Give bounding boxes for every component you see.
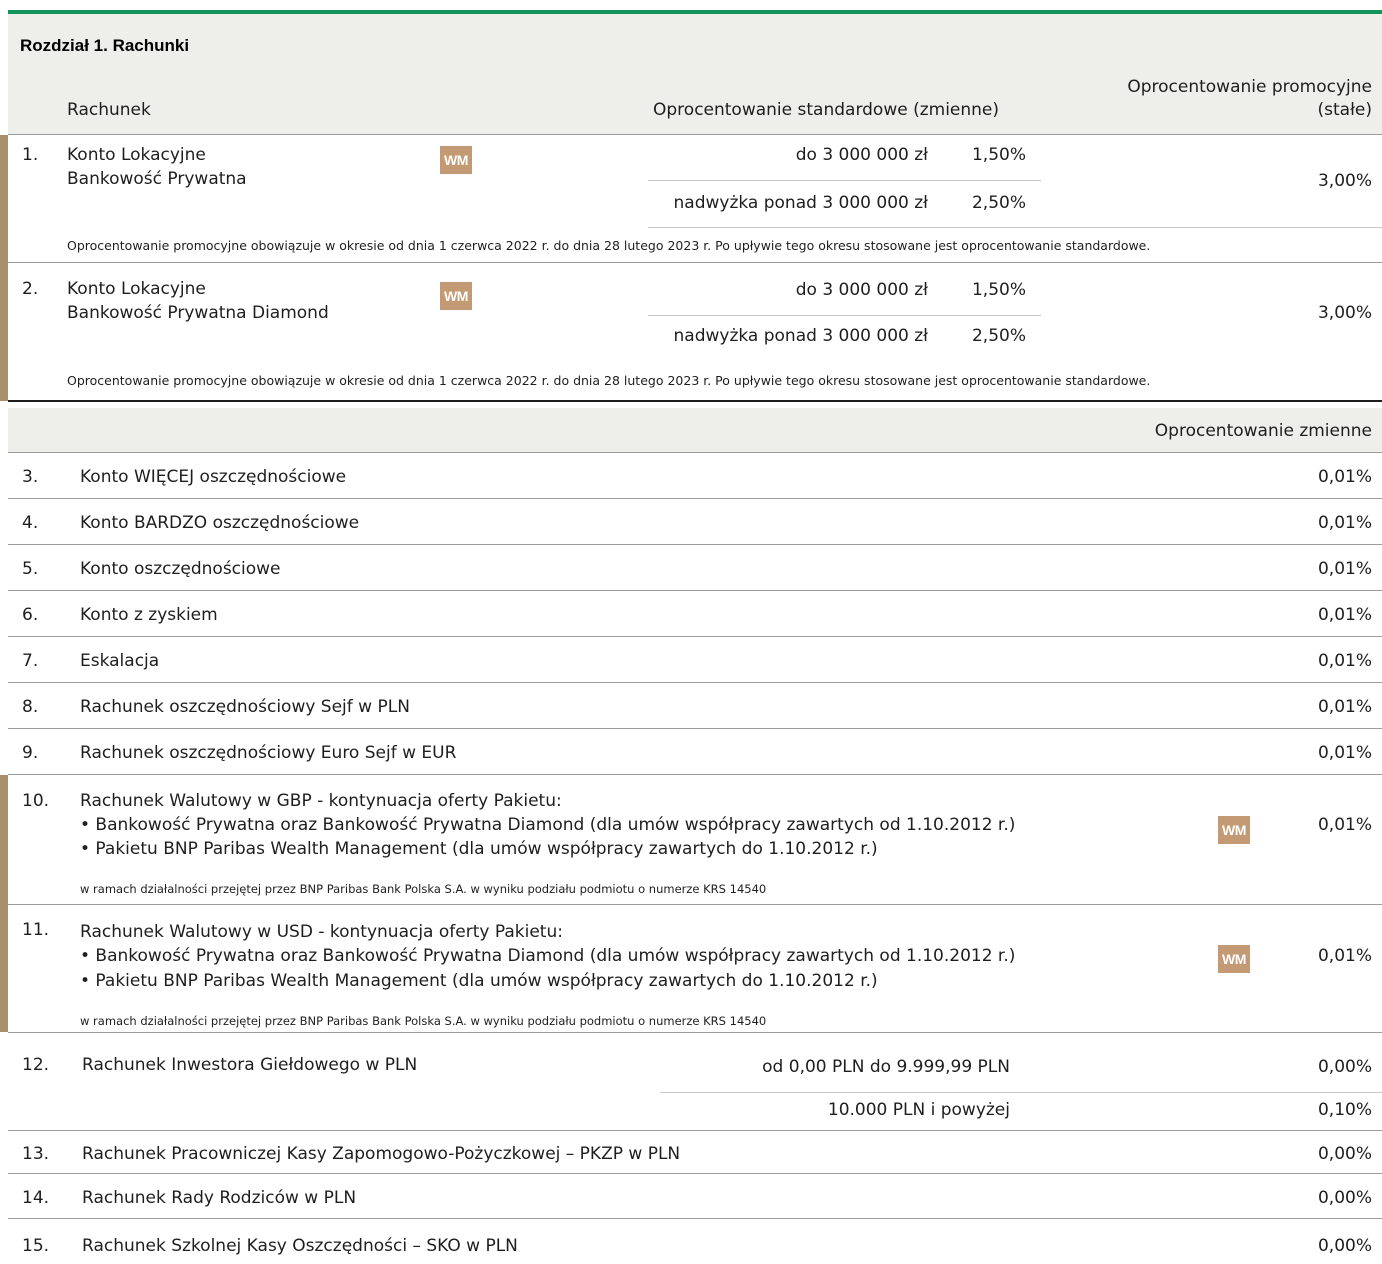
tier-label: od 0,00 PLN do 9.999,99 PLN bbox=[762, 1057, 1010, 1077]
rate-value: 0,01% bbox=[1317, 513, 1372, 533]
rate-value: 0,01% bbox=[1317, 467, 1372, 487]
rate-value: 0,00% bbox=[1317, 1236, 1372, 1256]
divider bbox=[8, 728, 1382, 729]
account-bullet: • Pakietu BNP Paribas Wealth Management … bbox=[80, 971, 878, 991]
account-name: Konto oszczędnościowe bbox=[80, 559, 281, 579]
rate-value: 0,01% bbox=[1317, 651, 1372, 671]
row-number: 8. bbox=[22, 697, 39, 717]
row-number: 3. bbox=[22, 467, 39, 487]
wm-badge-icon: WM bbox=[440, 282, 472, 310]
tier-rate: 2,50% bbox=[971, 193, 1026, 213]
divider bbox=[8, 498, 1382, 499]
divider bbox=[8, 452, 1382, 453]
row-number: 10. bbox=[22, 791, 50, 811]
row-number: 14. bbox=[22, 1188, 50, 1208]
wm-badge-icon: WM bbox=[440, 146, 472, 174]
divider bbox=[8, 774, 1382, 775]
header-promo-rate-line2: (stałe) bbox=[1317, 100, 1373, 120]
tier-rate: 2,50% bbox=[971, 326, 1026, 346]
row-number: 1. bbox=[22, 145, 39, 165]
header-promo-rate-line1: Oprocentowanie promocyjne bbox=[1127, 77, 1372, 97]
divider bbox=[8, 1130, 1382, 1131]
account-name: Konto z zyskiem bbox=[80, 605, 218, 625]
tier-divider bbox=[648, 315, 1041, 316]
account-title: Rachunek Walutowy w USD - kontynuacja of… bbox=[80, 922, 563, 942]
rate-value: 0,01% bbox=[1317, 559, 1372, 579]
divider bbox=[648, 227, 1382, 228]
row-number: 15. bbox=[22, 1236, 50, 1256]
tier-divider bbox=[648, 180, 1041, 181]
row-number: 4. bbox=[22, 513, 39, 533]
account-name: Eskalacja bbox=[80, 651, 160, 671]
divider bbox=[8, 544, 1382, 545]
account-name: Konto Lokacyjne bbox=[67, 279, 206, 299]
account-name: Rachunek Inwestora Giełdowego w PLN bbox=[82, 1055, 418, 1075]
promo-note: Oprocentowanie promocyjne obowiązuje w o… bbox=[67, 238, 1151, 253]
row-number: 2. bbox=[22, 279, 39, 299]
row-number: 13. bbox=[22, 1144, 50, 1164]
account-bullet: • Bankowość Prywatna oraz Bankowość Pryw… bbox=[80, 946, 1016, 966]
divider bbox=[8, 134, 1382, 135]
tier-rate: 0,00% bbox=[1317, 1057, 1372, 1077]
promo-rate: 3,00% bbox=[1317, 171, 1372, 191]
divider bbox=[8, 636, 1382, 637]
promo-rate: 3,00% bbox=[1317, 303, 1372, 323]
rate-value: 0,01% bbox=[1317, 605, 1372, 625]
rate-value: 0,00% bbox=[1317, 1144, 1372, 1164]
account-name: Bankowość Prywatna bbox=[67, 169, 247, 189]
divider bbox=[8, 590, 1382, 591]
rate-value: 0,00% bbox=[1317, 1188, 1372, 1208]
row-number: 5. bbox=[22, 559, 39, 579]
account-name: Rachunek oszczędnościowy Euro Sejf w EUR bbox=[80, 743, 457, 763]
row-number: 9. bbox=[22, 743, 39, 763]
account-name: Rachunek Rady Rodziców w PLN bbox=[82, 1188, 357, 1208]
divider bbox=[8, 1218, 1382, 1219]
tier-label: nadwyżka ponad 3 000 000 zł bbox=[673, 326, 929, 346]
header-standard-rate: Oprocentowanie standardowe (zmienne) bbox=[653, 100, 1000, 120]
promo-note: Oprocentowanie promocyjne obowiązuje w o… bbox=[67, 373, 1151, 388]
tier-label: 10.000 PLN i powyżej bbox=[827, 1100, 1010, 1120]
account-bullet: • Bankowość Prywatna oraz Bankowość Pryw… bbox=[80, 815, 1016, 835]
divider bbox=[8, 904, 1382, 905]
section-header-bar bbox=[8, 14, 1382, 70]
account-name: Konto Lokacyjne bbox=[67, 145, 206, 165]
tier-label: do 3 000 000 zł bbox=[795, 145, 928, 165]
account-title: Rachunek Walutowy w GBP - kontynuacja of… bbox=[80, 791, 562, 811]
divider bbox=[8, 262, 1382, 263]
account-name: Konto WIĘCEJ oszczędnościowe bbox=[80, 467, 347, 487]
account-note: w ramach działalności przejętej przez BN… bbox=[80, 882, 767, 896]
wm-accent-bar bbox=[0, 135, 8, 401]
rate-value: 0,01% bbox=[1317, 743, 1372, 763]
tier-divider bbox=[660, 1092, 1382, 1093]
header-account: Rachunek bbox=[67, 100, 151, 120]
rate-value: 0,01% bbox=[1317, 697, 1372, 717]
account-note: w ramach działalności przejętej przez BN… bbox=[80, 1014, 767, 1028]
variable-rate-header-label: Oprocentowanie zmienne bbox=[1154, 421, 1372, 441]
rate-value: 0,01% bbox=[1317, 946, 1372, 966]
wm-badge-icon: WM bbox=[1218, 816, 1250, 844]
account-bullet: • Pakietu BNP Paribas Wealth Management … bbox=[80, 839, 878, 859]
divider bbox=[8, 1173, 1382, 1174]
account-name: Bankowość Prywatna Diamond bbox=[67, 303, 329, 323]
wm-accent-bar bbox=[0, 775, 8, 1032]
tier-rate: 0,10% bbox=[1317, 1100, 1372, 1120]
row-number: 12. bbox=[22, 1055, 50, 1075]
account-name: Konto BARDZO oszczędnościowe bbox=[80, 513, 360, 533]
account-name: Rachunek oszczędnościowy Sejf w PLN bbox=[80, 697, 410, 717]
tier-rate: 1,50% bbox=[971, 280, 1026, 300]
account-name: Rachunek Pracowniczej Kasy Zapomogowo-Po… bbox=[82, 1144, 681, 1164]
tier-rate: 1,50% bbox=[971, 145, 1026, 165]
divider bbox=[8, 1032, 1382, 1033]
divider bbox=[8, 682, 1382, 683]
row-number: 7. bbox=[22, 651, 39, 671]
tier-label: do 3 000 000 zł bbox=[795, 280, 928, 300]
row-number: 11. bbox=[22, 920, 50, 940]
row-number: 6. bbox=[22, 605, 39, 625]
section-divider bbox=[8, 400, 1382, 402]
account-name: Rachunek Szkolnej Kasy Oszczędności – SK… bbox=[82, 1236, 518, 1256]
rate-value: 0,01% bbox=[1317, 815, 1372, 835]
section-title: Rozdział 1. Rachunki bbox=[20, 36, 190, 55]
wm-badge-icon: WM bbox=[1218, 945, 1250, 973]
tier-label: nadwyżka ponad 3 000 000 zł bbox=[673, 193, 929, 213]
